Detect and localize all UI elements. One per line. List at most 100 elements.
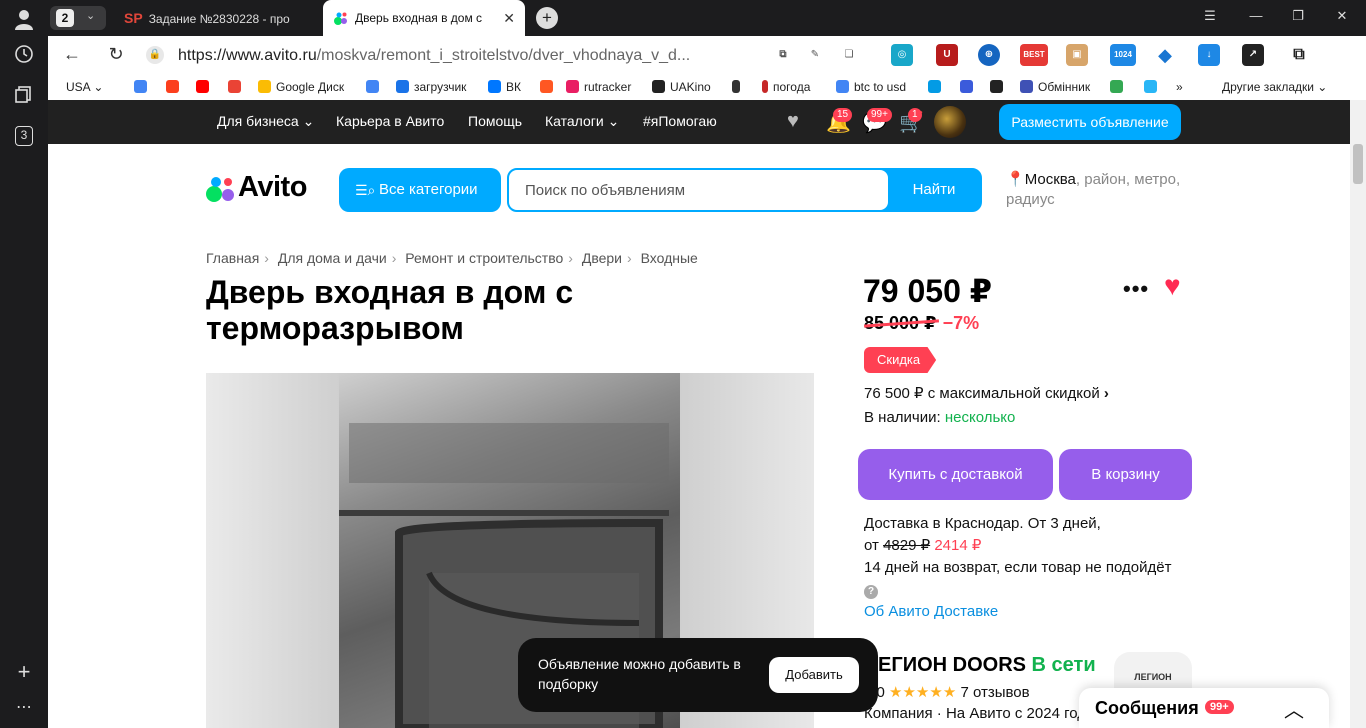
page-scrollbar[interactable] [1350, 100, 1366, 728]
tab-groups-badge[interactable]: 3 [15, 126, 33, 146]
post-ad-button[interactable]: Разместить объявление [999, 104, 1181, 140]
extensions-puzzle-icon[interactable]: ⧉ [1288, 44, 1310, 66]
favorites-heart-icon[interactable]: ♥ [787, 110, 799, 133]
notifications-count: 15 [833, 108, 853, 122]
nav-catalogs[interactable]: Каталоги ⌄ [545, 113, 619, 130]
protect-icon[interactable]: ✎ [804, 44, 826, 66]
bookmark-google[interactable] [134, 80, 152, 94]
bookmark-chess[interactable] [732, 80, 745, 94]
back-icon[interactable]: ← [60, 44, 84, 65]
bookmark-google-drive[interactable]: Google Диск [258, 80, 344, 94]
nav-ya-pomogayu[interactable]: #яПомогаю [643, 113, 717, 129]
copy-link-icon[interactable]: ⧉ [772, 44, 794, 66]
extension-1024-icon[interactable]: 1024 [1110, 44, 1136, 66]
close-window-icon[interactable]: ✕ [1332, 8, 1352, 24]
bookmark-maps[interactable] [1110, 80, 1128, 94]
new-tab-button[interactable]: + [536, 7, 558, 29]
location-selector[interactable]: 📍Москва, район, метро, радиус [1006, 170, 1196, 210]
extension-arrow-icon[interactable]: ↗ [1242, 44, 1264, 66]
messages-icon[interactable]: 💬 99+ [862, 108, 892, 135]
breadcrumb-item[interactable]: Ремонт и строительство [405, 250, 563, 266]
delivery-info: Доставка в Краснодар. От 3 дней, от 4829… [864, 513, 1204, 623]
bookmark-walmart[interactable] [1144, 80, 1162, 94]
bookmark-translate[interactable] [366, 80, 384, 94]
tab-zadanie[interactable]: SP Задание №2830228 - про [124, 6, 319, 30]
bookmark-f[interactable] [540, 80, 558, 94]
favorite-heart-icon[interactable]: ♥ [1164, 270, 1181, 302]
buy-with-delivery-button[interactable]: Купить с доставкой [858, 449, 1053, 500]
nav-career[interactable]: Карьера в Авито [336, 113, 444, 129]
extension-vpn-icon[interactable]: ⊕ [978, 44, 1000, 66]
location-pin-icon: 📍 [1006, 171, 1025, 188]
seller-name[interactable]: ЛЕГИОН DOORS В сети [864, 654, 1096, 677]
bookmarks-overflow[interactable]: » [1176, 80, 1183, 94]
seller-company-info: Компания · На Авито с 2024 года [864, 705, 1095, 722]
breadcrumb-item[interactable]: Входные [641, 250, 698, 266]
nav-help[interactable]: Помощь [468, 113, 522, 129]
discount-percent: −7% [942, 313, 980, 333]
about-delivery-link[interactable]: Об Авито Доставке [864, 601, 1204, 623]
bookmark-usa[interactable]: USA ⌄ [66, 80, 103, 94]
bookmark-uakino[interactable]: UAKino [652, 80, 711, 94]
extension-diamond-icon[interactable]: ◆ [1154, 44, 1176, 66]
max-discount-link[interactable]: 76 500 ₽ с максимальной скидкой › [864, 384, 1109, 402]
bookmark-gmail[interactable] [228, 80, 246, 94]
add-panel-icon[interactable]: + [12, 660, 36, 684]
close-tab-icon[interactable]: ✕ [503, 0, 515, 36]
lock-icon[interactable]: 🔒 [146, 46, 164, 64]
breadcrumb-item[interactable]: Главная [206, 250, 259, 266]
address-bar: ← ↻ 🔒 https://www.avito.ru/moskva/remont… [48, 36, 1366, 76]
bookmark-pogoda[interactable]: погода [762, 80, 810, 94]
minimize-icon[interactable]: — [1246, 8, 1266, 23]
photo-blur-left [206, 373, 339, 728]
bookmark-rutracker[interactable]: rutracker [566, 80, 631, 94]
avatar[interactable] [934, 106, 966, 138]
messages-widget[interactable]: Сообщения 99+ ︿ [1079, 688, 1329, 728]
search-box: Найти [507, 168, 982, 212]
bookmark-zagruzchik[interactable]: загрузчик [396, 80, 466, 94]
scrollbar-thumb[interactable] [1353, 144, 1363, 184]
bookmark-obminnik[interactable]: Обмінник [1020, 80, 1090, 94]
cart-icon[interactable]: 🛒 1 [899, 108, 924, 135]
history-icon[interactable] [12, 44, 36, 68]
reload-icon[interactable]: ↻ [104, 44, 128, 65]
more-options-icon[interactable]: ••• [1123, 276, 1149, 302]
profile-icon[interactable] [12, 8, 36, 32]
menu-icon[interactable]: ☰ [1200, 8, 1220, 24]
breadcrumb-item[interactable]: Для дома и дачи [278, 250, 387, 266]
seller-rating[interactable]: 5,0 ★★★★★ 7 отзывов [864, 683, 1030, 701]
add-to-cart-button[interactable]: В корзину [1059, 449, 1192, 500]
more-icon[interactable]: ⋯ [12, 696, 36, 720]
bookmark-vk[interactable]: ВК [488, 80, 521, 94]
bookmark-k[interactable] [960, 80, 978, 94]
bookmark-yandex[interactable] [166, 80, 184, 94]
bookmark-bc[interactable] [990, 80, 1008, 94]
restore-icon[interactable]: ❐ [1288, 8, 1308, 24]
collections-icon[interactable] [12, 84, 36, 108]
breadcrumb-item[interactable]: Двери [582, 250, 622, 266]
other-bookmarks[interactable]: Другие закладки ⌄ [1222, 80, 1327, 94]
all-categories-button[interactable]: ☰⌕ Все категории [339, 168, 501, 212]
toast-add-button[interactable]: Добавить [769, 657, 859, 693]
search-button[interactable]: Найти [888, 170, 980, 210]
extension-box-icon[interactable]: ▣ [1066, 44, 1088, 66]
help-icon[interactable]: ? [864, 585, 878, 599]
extension-screenshot-icon[interactable]: ◎ [891, 44, 913, 66]
chevron-down-icon: ⌄ [86, 10, 96, 22]
search-input[interactable] [509, 170, 888, 210]
extension-best-icon[interactable]: BEST [1020, 44, 1048, 66]
bookmark-youtube[interactable] [196, 80, 214, 94]
avito-favicon-icon [334, 12, 347, 25]
tab-avito-active[interactable]: Дверь входная в дом с ✕ [323, 0, 525, 36]
nav-business[interactable]: Для бизнеса ⌄ [217, 113, 314, 130]
tab-count-button[interactable]: 2 ⌄ [50, 6, 106, 30]
extension-ublock-icon[interactable]: U [936, 44, 958, 66]
bookmark-p[interactable] [928, 80, 946, 94]
bookmark-icon[interactable]: ❏ [838, 44, 860, 66]
chevron-up-icon[interactable]: ︿ [1284, 694, 1304, 723]
extension-download-icon[interactable]: ↓ [1198, 44, 1220, 66]
bookmark-btc[interactable]: btc to usd [836, 80, 906, 94]
notifications-bell-icon[interactable]: 🔔 15 [826, 108, 853, 135]
avito-top-nav: Для бизнеса ⌄ Карьера в Авито Помощь Кат… [48, 100, 1350, 144]
omnibox[interactable]: 🔒 https://www.avito.ru/moskva/remont_i_s… [140, 40, 810, 72]
